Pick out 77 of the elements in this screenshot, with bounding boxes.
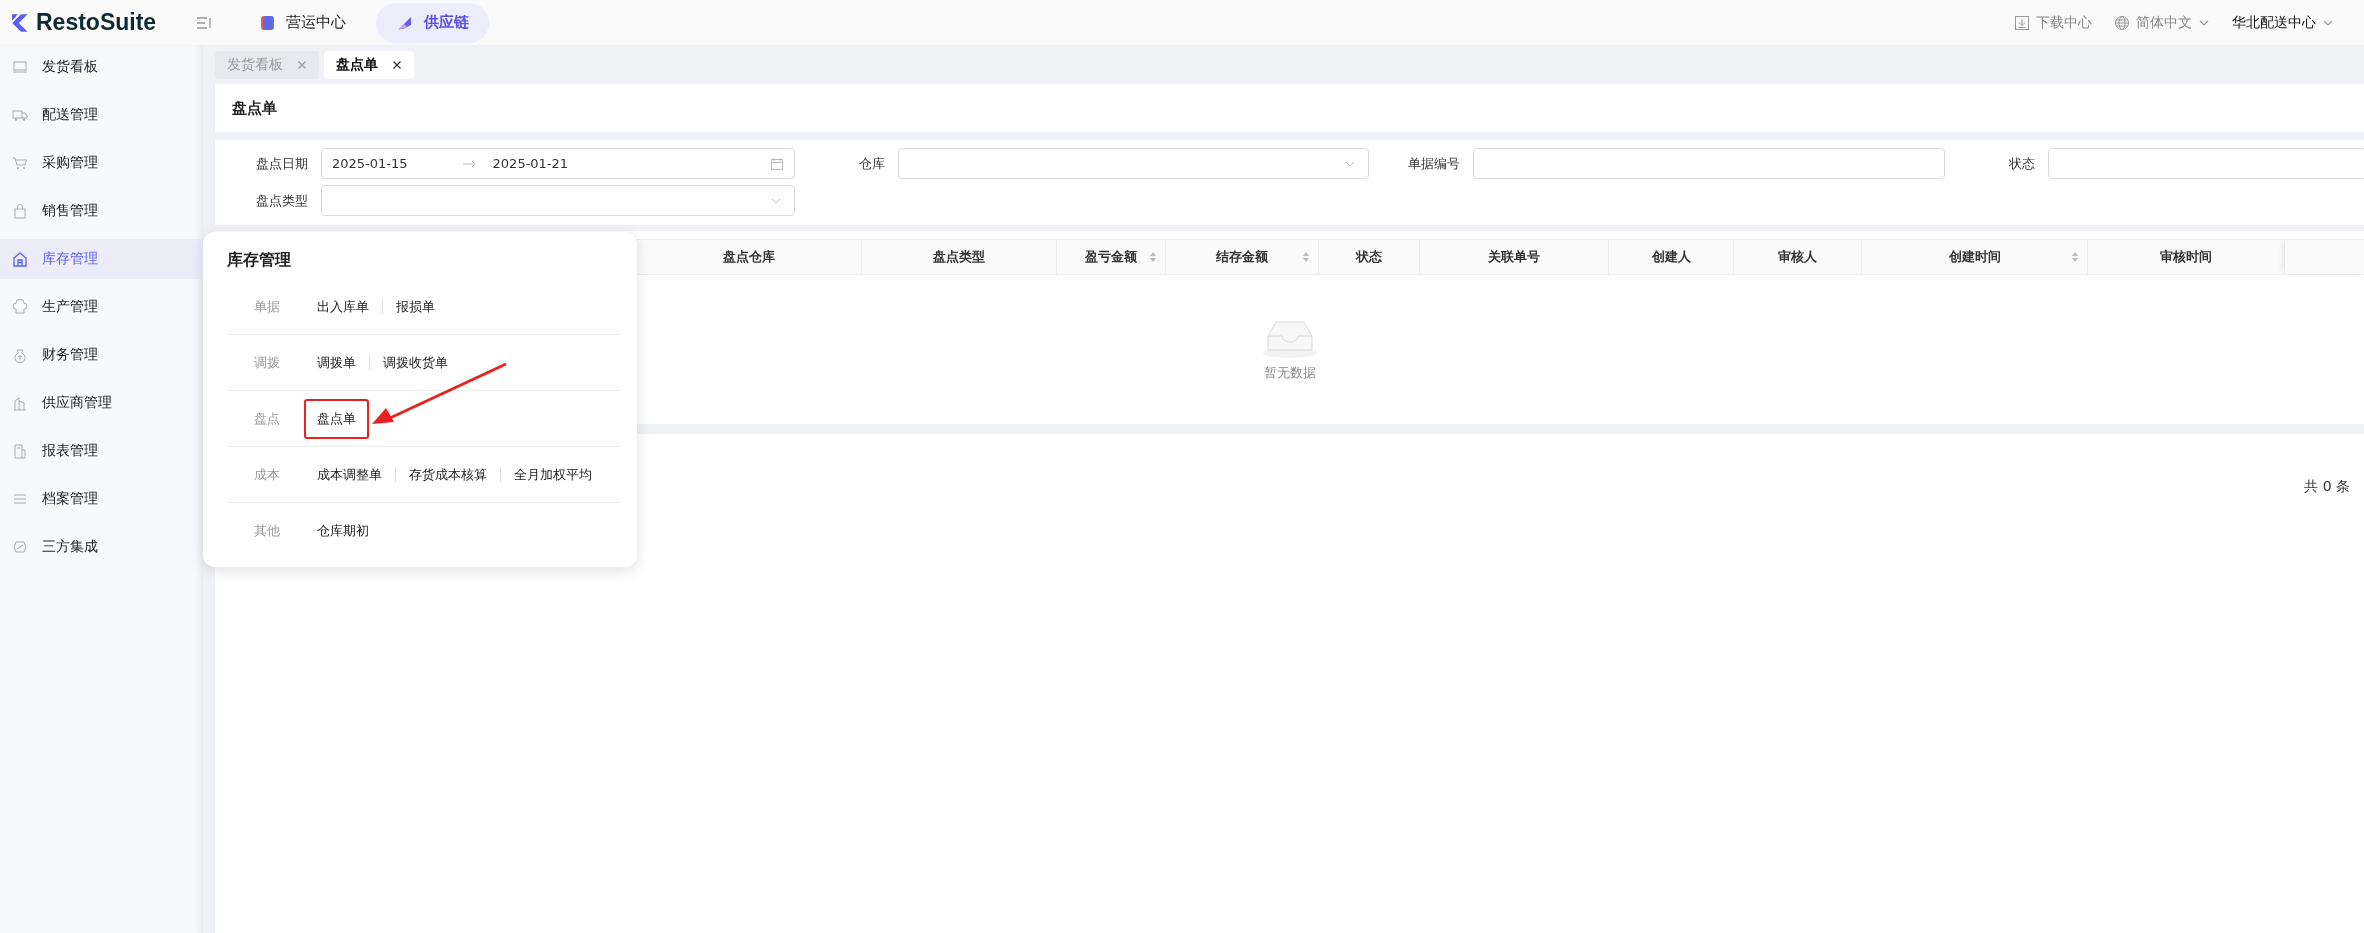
chef-hat-icon <box>12 299 28 315</box>
sidebar-item[interactable]: 生产管理 <box>0 287 203 327</box>
sidebar-item[interactable]: 库存管理 <box>0 239 203 279</box>
sidebar-item[interactable]: 采购管理 <box>0 143 203 183</box>
filter-label: 状态 <box>2008 154 2036 173</box>
filter-label: 单据编号 <box>1407 154 1461 173</box>
input-field[interactable] <box>2048 148 2364 179</box>
close-icon[interactable] <box>392 60 402 70</box>
popup-title: 库存管理 <box>227 250 292 271</box>
sort-icon[interactable] <box>1302 251 1310 263</box>
group-label: 成本 <box>254 465 281 484</box>
column-header: 盘点类型 <box>862 240 1057 274</box>
menu-link[interactable]: 全月加权平均 <box>501 454 605 495</box>
bag-icon <box>12 203 28 219</box>
empty-text: 暂无数据 <box>1263 363 1316 382</box>
filter-label: 仓库 <box>858 154 886 173</box>
globe-icon <box>2114 14 2130 31</box>
nav-tab[interactable]: 供应链 <box>376 2 490 43</box>
group-label: 单据 <box>254 297 281 316</box>
column-header: 创建时间 <box>1862 240 2088 274</box>
select-field[interactable] <box>898 148 1369 179</box>
report-icon <box>12 443 28 459</box>
nav-tab[interactable]: 营运中心 <box>238 2 367 43</box>
filter-label: 盘点日期 <box>255 154 309 173</box>
arrow-right-icon <box>462 159 477 168</box>
download-icon <box>2014 14 2030 31</box>
store-dropdown[interactable]: 华北配送中心 <box>2232 13 2334 32</box>
menu-link[interactable]: 盘点单 <box>304 398 369 439</box>
download-center-button[interactable]: 下载中心 <box>2014 13 2092 32</box>
menu-collapse-icon[interactable] <box>196 15 213 30</box>
page-title: 盘点单 <box>232 98 277 118</box>
sidebar-item[interactable]: 报表管理 <box>0 431 203 471</box>
filter-label: 盘点类型 <box>255 191 309 210</box>
input-field[interactable] <box>1473 148 1945 179</box>
select-field[interactable] <box>321 185 795 216</box>
language-dropdown[interactable]: 简体中文 <box>2114 13 2210 32</box>
cart-icon <box>12 155 28 171</box>
column-header: 审核人 <box>1734 240 1862 274</box>
house-icon <box>12 251 28 267</box>
menu-link[interactable]: 调拨单 <box>304 342 369 383</box>
sidebar-item[interactable]: 配送管理 <box>0 95 203 135</box>
sort-icon[interactable] <box>1149 251 1157 263</box>
sidebar-item[interactable]: 供应商管理 <box>0 383 203 423</box>
logo-text: RestoSuite <box>36 9 157 36</box>
end-date: 2025-01-21 <box>492 156 569 171</box>
menu-link[interactable]: 存货成本核算 <box>396 454 500 495</box>
group-label: 其他 <box>254 521 281 540</box>
menu-link[interactable]: 出入库单 <box>304 286 382 327</box>
sidebar-item[interactable]: 三方集成 <box>0 527 203 567</box>
money-bag-icon <box>12 347 28 363</box>
menu-link[interactable]: 仓库期初 <box>304 510 382 551</box>
menu-link[interactable]: 成本调整单 <box>304 454 395 495</box>
column-header: 状态 <box>1319 240 1420 274</box>
sidebar-item[interactable]: 财务管理 <box>0 335 203 375</box>
column-header: 创建人 <box>1609 240 1734 274</box>
column-header: 审核时间 <box>2088 240 2285 274</box>
truck-icon <box>12 107 28 123</box>
column-header: 盈亏金额 <box>1057 240 1166 274</box>
total-count: 共 0 条 <box>2304 478 2350 496</box>
sort-icon[interactable] <box>2071 251 2079 263</box>
building-icon <box>12 395 28 411</box>
sidebar-item[interactable]: 销售管理 <box>0 191 203 231</box>
start-date: 2025-01-15 <box>332 156 408 171</box>
menu-link[interactable]: 报损单 <box>383 286 448 327</box>
column-header: 关联单号 <box>1420 240 1609 274</box>
calendar-icon <box>770 156 784 171</box>
column-header: 结存金额 <box>1166 240 1319 274</box>
app-icon <box>258 13 277 32</box>
list-icon <box>12 491 28 507</box>
group-label: 盘点 <box>254 409 281 428</box>
group-label: 调拨 <box>254 353 281 372</box>
menu-link[interactable]: 调拨收货单 <box>370 342 461 383</box>
sidebar-item[interactable]: 发货看板 <box>0 47 203 87</box>
sidebar-item[interactable]: 档案管理 <box>0 479 203 519</box>
date-range-field[interactable]: 2025-01-15 2025-01-21 <box>321 148 795 179</box>
page-tab[interactable]: 盘点单 <box>324 51 414 79</box>
monitor-icon <box>12 59 28 75</box>
